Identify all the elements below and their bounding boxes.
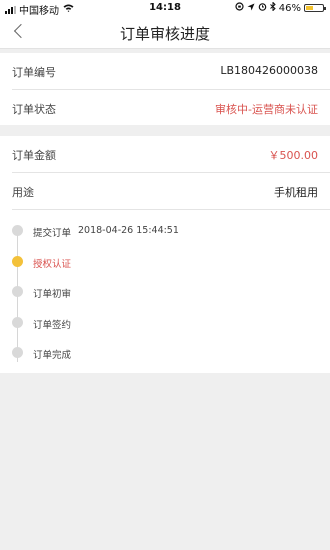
purpose-value: 手机租用 [274,186,318,199]
purpose-label: 用途 [12,186,34,199]
step-label: 订单初审 [33,289,72,300]
order-amount-row: 订单金额 ￥500.00 [12,136,330,173]
alarm-icon [258,2,267,14]
progress-timeline: 提交订单 2018-04-26 15:44:51 授权认证 订单初审 订单签约 … [12,210,330,375]
location-icon [247,3,255,14]
step-dot-active [12,256,23,267]
status-bar: 中国移动 14:18 46% [0,0,330,17]
order-info-card: 订单编号 LB180426000038 订单状态 审核中-运营商未认证 [0,53,330,125]
page-title: 订单审核进度 [119,25,210,43]
step-label: 授权认证 [33,259,72,270]
order-number-label: 订单编号 [12,66,56,79]
order-status-label: 订单状态 [12,103,56,116]
order-status-row: 订单状态 审核中-运营商未认证 [12,90,330,126]
step-label: 订单完成 [33,350,72,361]
battery-percent: 46% [278,2,301,14]
step-time: 2018-04-26 15:44:51 [78,225,179,236]
step-dot [12,317,23,328]
step-dot [12,225,23,236]
order-status-value: 审核中-运营商未认证 [215,103,318,116]
battery-icon [304,4,326,12]
purpose-row: 用途 手机租用 [12,173,330,210]
order-progress-card: 订单金额 ￥500.00 用途 手机租用 提交订单 2018-04-26 15:… [0,136,330,373]
battery-fill [306,6,313,10]
nav-bar: 订单审核进度 [0,16,330,49]
step-label: 提交订单 [33,228,72,239]
bluetooth-icon [269,1,276,14]
status-bar-right: 46% [235,1,326,14]
step-dot [12,347,23,358]
order-amount-label: 订单金额 [12,149,56,162]
order-number-row: 订单编号 LB180426000038 [12,53,330,90]
step-label: 订单签约 [33,320,72,331]
step-dot [12,286,23,297]
order-amount-value: ￥500.00 [268,149,319,162]
orientation-lock-icon [235,2,244,14]
order-number-value: LB180426000038 [220,64,318,77]
